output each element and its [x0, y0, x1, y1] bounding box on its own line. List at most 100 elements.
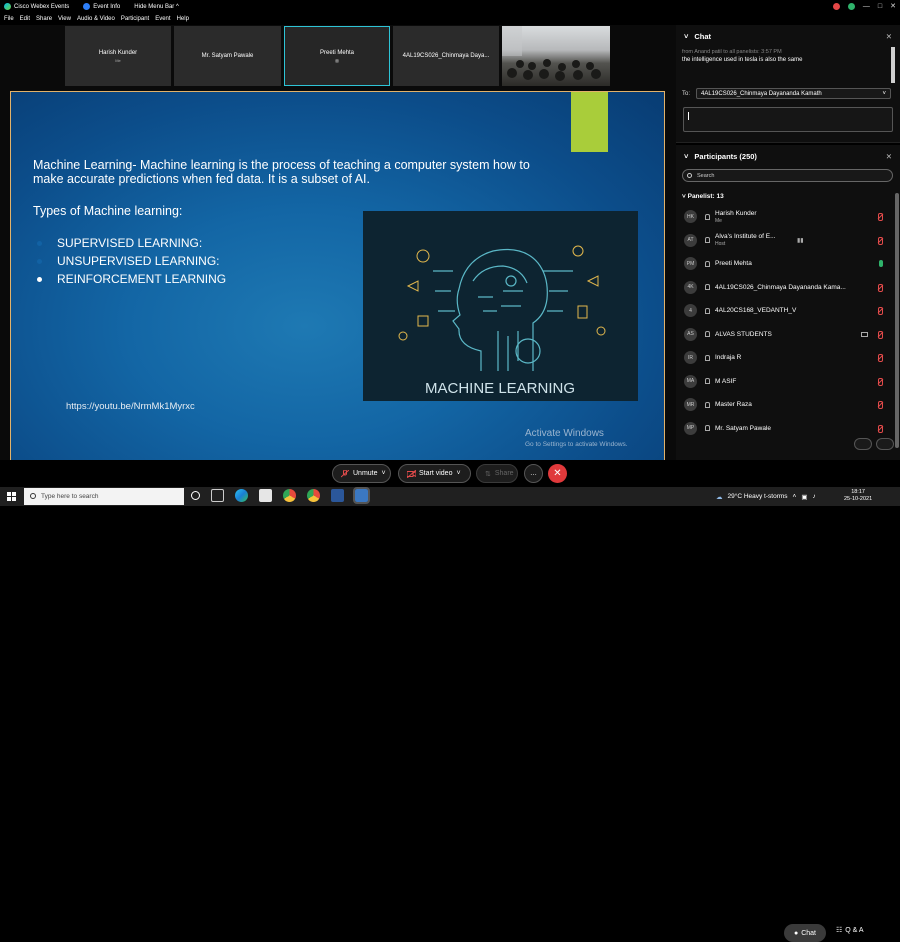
mic-muted-icon[interactable]: [877, 283, 883, 292]
robot-head-illustration: MACHINE LEARNING: [398, 245, 606, 397]
chat-toggle-button[interactable]: ● Chat: [784, 924, 826, 942]
minimize-icon[interactable]: —: [863, 3, 870, 10]
video-thumbnail[interactable]: 4AL19CS026_Chinmaya Daya...: [393, 26, 499, 86]
recipient-select[interactable]: 4AL19CS026_Chinmaya Dayananda Kamath ˅: [696, 88, 892, 99]
mic-muted-icon[interactable]: [877, 307, 883, 316]
list-item[interactable]: IR Indraja R: [676, 346, 900, 370]
taskbar-clock[interactable]: 18:17 25-10-2021: [844, 489, 872, 503]
chrome-icon[interactable]: [307, 489, 320, 502]
unmute-button[interactable]: Unmute ˅: [332, 464, 391, 483]
menu-participant[interactable]: Participant: [121, 16, 149, 22]
search-icon: [30, 493, 36, 499]
menu-edit[interactable]: Edit: [20, 16, 30, 22]
chat-input[interactable]: [683, 107, 893, 132]
participant-name: Harish Kunder: [715, 209, 757, 217]
mic-on-icon[interactable]: [879, 260, 883, 268]
video-thumbnail-active[interactable]: Preeti Mehta ▩: [284, 26, 390, 86]
camera-feed-image[interactable]: [502, 26, 610, 86]
edge-icon[interactable]: [235, 489, 248, 502]
shared-slide: Machine Learning- Machine learning is th…: [10, 91, 665, 483]
avatar: 4K: [684, 280, 697, 294]
panelist-group-header[interactable]: ˅ Panelist: 13: [682, 193, 724, 200]
avatar: AS: [684, 327, 697, 341]
participant-name: Indraja R: [715, 354, 742, 362]
title-bar: Cisco Webex Events Event Info Hide Menu …: [0, 0, 900, 13]
raise-hand-button[interactable]: [876, 438, 894, 450]
menu-file[interactable]: File: [4, 16, 14, 22]
chat-recipient-row: To: 4AL19CS026_Chinmaya Dayananda Kamath…: [682, 88, 892, 99]
mic-muted-icon[interactable]: [877, 236, 883, 245]
leave-meeting-button[interactable]: ✕: [548, 464, 567, 483]
avatar: 4: [684, 304, 697, 318]
mic-muted-icon[interactable]: [877, 354, 883, 363]
slide-subheading: Types of Machine learning:: [33, 204, 183, 218]
chevron-down-icon[interactable]: ˅: [684, 32, 688, 41]
mute-all-button[interactable]: [854, 438, 872, 450]
webex-taskbar-icon[interactable]: [353, 487, 370, 504]
video-thumbnail[interactable]: Harish Kunder Me: [65, 26, 171, 86]
participant-search-input[interactable]: Search: [682, 169, 893, 182]
chrome-icon[interactable]: [283, 489, 296, 502]
hide-menu-bar-button[interactable]: Hide Menu Bar ^: [134, 4, 179, 10]
notification-icon[interactable]: [832, 2, 840, 10]
mic-muted-icon[interactable]: [877, 330, 883, 339]
menu-share[interactable]: Share: [36, 16, 52, 22]
chat-panel-header: ˅ Chat ✕: [676, 25, 900, 47]
list-item[interactable]: PM Preeti Mehta: [676, 252, 900, 276]
word-icon[interactable]: [331, 489, 344, 502]
chat-scrollbar[interactable]: [891, 47, 895, 83]
list-item[interactable]: MR Master Raza: [676, 393, 900, 417]
list-item[interactable]: AS ALVAS STUDENTS: [676, 323, 900, 347]
close-icon[interactable]: ✕: [886, 32, 892, 41]
headset-icon: [705, 284, 710, 291]
list-item[interactable]: MP Mr. Satyam Pawale: [676, 417, 900, 441]
mic-muted-icon[interactable]: [877, 401, 883, 410]
list-item[interactable]: AT Alva's Institute of E... Host ▮▮: [676, 229, 900, 253]
video-thumbnail[interactable]: Mr. Satyam Pawale: [174, 26, 281, 86]
headset-icon: [705, 307, 710, 314]
taskbar-search-input[interactable]: Type here to search: [24, 488, 184, 505]
maximize-icon[interactable]: □: [878, 3, 882, 10]
volume-icon[interactable]: ♪: [812, 493, 815, 500]
status-icon[interactable]: [847, 2, 855, 10]
participant-list: HK Harish Kunder Me AT Alva's Institute o…: [676, 205, 900, 440]
chat-message-text: the intelligence used in tesla is also t…: [682, 57, 803, 63]
menu-audio-video[interactable]: Audio & Video: [77, 16, 115, 22]
start-video-button[interactable]: Start video ˅: [398, 464, 471, 483]
more-options-button[interactable]: …: [524, 464, 543, 483]
avatar: IR: [684, 351, 697, 365]
chevron-down-icon: ˅: [682, 193, 686, 200]
network-icon[interactable]: ▣: [801, 493, 807, 501]
list-item[interactable]: 4K 4AL19CS026_Chinmaya Dayananda Kama...: [676, 276, 900, 300]
mic-muted-icon[interactable]: [877, 377, 883, 386]
qa-toggle-button[interactable]: ☷ Q & A: [836, 926, 864, 935]
task-view-icon[interactable]: [191, 491, 200, 500]
mic-muted-icon[interactable]: [877, 424, 883, 433]
menu-help[interactable]: Help: [177, 16, 189, 22]
windows-start-icon[interactable]: [7, 492, 16, 501]
menu-event[interactable]: Event: [155, 16, 170, 22]
close-icon[interactable]: ✕: [886, 152, 892, 161]
share-button[interactable]: ⇅ Share: [476, 464, 518, 483]
avatar: HK: [684, 210, 697, 224]
window-controls: — □ ✕: [832, 2, 896, 10]
close-icon[interactable]: ✕: [890, 2, 896, 10]
list-item[interactable]: 4 4AL20CS168_VEDANTH_V: [676, 299, 900, 323]
mic-muted-icon[interactable]: [877, 213, 883, 222]
participant-list-scrollbar[interactable]: [895, 193, 899, 448]
taskbar-apps: [191, 487, 370, 504]
video-off-icon: [406, 469, 417, 478]
audio-level-icon: ▮▮: [797, 237, 804, 244]
menu-view[interactable]: View: [58, 16, 71, 22]
headset-icon: [705, 331, 710, 338]
weather-text[interactable]: 29°C Heavy t-storms: [728, 493, 788, 500]
event-info-button[interactable]: Event Info: [83, 3, 120, 10]
store-icon[interactable]: [259, 489, 272, 502]
list-item: REINFORCEMENT LEARNING: [37, 270, 226, 288]
list-item[interactable]: HK Harish Kunder Me: [676, 205, 900, 229]
chevron-up-icon[interactable]: ˄: [793, 493, 797, 500]
chat-panel: ˅ Chat ✕ from Anand patil to all panelis…: [676, 25, 900, 143]
list-item[interactable]: MA M ASIF: [676, 370, 900, 394]
chevron-down-icon[interactable]: ˅: [684, 152, 688, 161]
widgets-icon[interactable]: [211, 489, 224, 502]
